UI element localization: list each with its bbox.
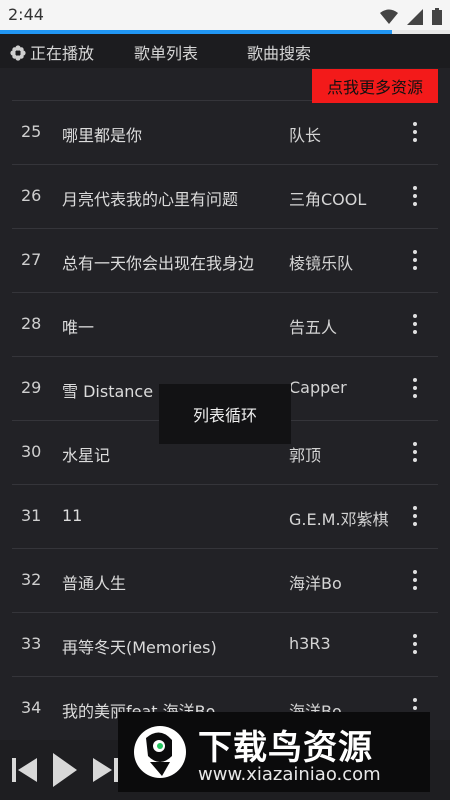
song-number: 32 (21, 570, 42, 589)
song-row[interactable]: 27 总有一天你会出现在我身边 棱镜乐队 (12, 228, 438, 292)
song-number: 29 (21, 378, 42, 397)
status-time: 2:44 (8, 5, 44, 24)
more-options-icon[interactable] (408, 120, 422, 144)
wifi-icon (379, 9, 398, 24)
song-number: 28 (21, 314, 42, 333)
song-artist: 告五人 (289, 318, 338, 337)
song-title: 普通人生 (62, 574, 127, 593)
tab-now-playing-label: 正在播放 (30, 44, 95, 63)
song-number: 30 (21, 442, 42, 461)
song-artist: 队长 (289, 126, 322, 145)
song-row[interactable]: 28 唯一 告五人 (12, 292, 438, 356)
more-options-icon[interactable] (408, 184, 422, 208)
more-options-icon[interactable] (408, 568, 422, 592)
song-row[interactable]: 33 再等冬天(Memories) h3R3 (12, 612, 438, 676)
song-row[interactable]: 32 普通人生 海洋Bo (12, 548, 438, 612)
song-number: 26 (21, 186, 42, 205)
song-row[interactable]: 31 11 G.E.M.邓紫棋 (12, 484, 438, 548)
song-artist: 郭顶 (289, 446, 322, 465)
song-artist: h3R3 (289, 634, 331, 653)
status-bar: 2:44 (0, 0, 450, 30)
watermark-title: 下载鸟资源 (198, 728, 373, 768)
song-artist: 三角COOL (289, 190, 367, 209)
tab-song-search-label: 歌曲搜索 (247, 44, 312, 63)
song-artist: G.E.M.邓紫棋 (289, 510, 389, 529)
song-title: 月亮代表我的心里有问题 (62, 190, 239, 209)
top-tab-bar: 正在播放 歌单列表 歌曲搜索 (0, 34, 450, 68)
tab-playlists-label: 歌单列表 (134, 44, 199, 63)
watermark-url: www.xiazainiao.com (198, 764, 381, 785)
more-options-icon[interactable] (408, 632, 422, 656)
song-title: 11 (62, 506, 83, 525)
more-options-icon[interactable] (408, 312, 422, 336)
song-artist: Capper (289, 378, 347, 397)
song-row[interactable]: 26 月亮代表我的心里有问题 三角COOL (12, 164, 438, 228)
play-icon[interactable] (52, 752, 78, 788)
song-title: 唯一 (62, 318, 95, 337)
song-number: 34 (21, 698, 42, 717)
more-options-icon[interactable] (408, 504, 422, 528)
song-title: 再等冬天(Memories) (62, 638, 217, 657)
song-number: 25 (21, 122, 42, 141)
more-options-icon[interactable] (408, 440, 422, 464)
signal-icon (406, 8, 423, 25)
toast-message: 列表循环 (159, 384, 291, 444)
watermark-banner: 下载鸟资源 www.xiazainiao.com (118, 712, 430, 792)
song-title: 水星记 (62, 446, 111, 465)
bird-logo-icon (134, 726, 186, 778)
song-title: 雪 Distance (62, 382, 154, 401)
song-number: 27 (21, 250, 42, 269)
more-options-icon[interactable] (408, 376, 422, 400)
tab-song-search[interactable]: 歌曲搜索 (247, 40, 311, 64)
more-resources-button[interactable]: 点我更多资源 (312, 69, 438, 103)
song-number: 33 (21, 634, 42, 653)
song-number: 31 (21, 506, 42, 525)
song-artist: 棱镜乐队 (289, 254, 354, 273)
battery-icon (432, 8, 442, 25)
song-title: 哪里都是你 (62, 126, 143, 145)
tab-now-playing[interactable]: 正在播放 (10, 40, 94, 64)
song-row[interactable]: 25 哪里都是你 队长 (12, 100, 438, 164)
next-icon[interactable] (92, 756, 118, 784)
song-artist: 海洋Bo (289, 574, 342, 593)
tab-playlists[interactable]: 歌单列表 (134, 40, 198, 64)
song-title: 总有一天你会出现在我身边 (62, 254, 255, 273)
previous-icon[interactable] (12, 756, 38, 784)
gear-icon (10, 45, 26, 61)
more-options-icon[interactable] (408, 248, 422, 272)
